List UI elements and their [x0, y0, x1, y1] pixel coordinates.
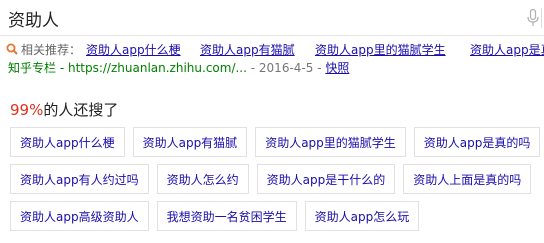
chip-row: 资助人app什么梗 资助人app有猫腻 资助人app里的猫腻学生 资助人app是…: [10, 127, 544, 157]
suggestion-link[interactable]: 资助人app是真: [470, 41, 544, 58]
related-search-chip[interactable]: 资助人app是真的吗: [413, 127, 541, 157]
suggestion-link[interactable]: 资助人app里的猫腻学生: [315, 41, 446, 58]
suggestion-label: 相关推荐：: [21, 43, 82, 57]
search-input[interactable]: [6, 4, 510, 32]
related-search-chip[interactable]: 资助人app怎么玩: [304, 201, 420, 231]
related-search-chip[interactable]: 资助人app高级资助人: [10, 201, 149, 231]
also-searched-heading: 99%的人还搜了: [10, 99, 118, 120]
result-date: - 2016-4-5 -: [250, 61, 322, 75]
chip-row: 资助人app高级资助人 我想资助一名贫困学生 资助人app怎么玩: [10, 201, 544, 231]
related-search-grid: 资助人app什么梗 资助人app有猫腻 资助人app里的猫腻学生 资助人app是…: [10, 127, 544, 238]
suggestion-link[interactable]: 资助人app有猫腻: [200, 41, 295, 58]
heading-text: 的人还搜了: [43, 101, 119, 119]
chip-row: 资助人app有人约过吗 资助人怎么约 资助人app是干什么的 资助人上面是真的吗: [10, 164, 544, 194]
result-source[interactable]: 知乎专栏 - https://zhuanlan.zhihu.com/...: [8, 61, 247, 75]
search-suggest-icon: [6, 43, 18, 55]
suggestion-bar: 相关推荐： 资助人app什么梗 资助人app有猫腻 资助人app里的猫腻学生 资…: [0, 37, 544, 61]
related-search-chip[interactable]: 我想资助一名贫困学生: [156, 201, 297, 231]
page: 相关推荐： 资助人app什么梗 资助人app有猫腻 资助人app里的猫腻学生 资…: [0, 0, 544, 243]
related-search-chip[interactable]: 资助人app是干什么的: [256, 164, 396, 194]
percent-value: 99%: [10, 101, 44, 119]
snapshot-link[interactable]: 快照: [325, 61, 349, 75]
partial-result-line: 知乎专栏 - https://zhuanlan.zhihu.com/... - …: [8, 59, 544, 75]
related-search-chip[interactable]: 资助人app什么梗: [10, 127, 125, 157]
microphone-icon[interactable]: [527, 9, 539, 27]
related-search-chip[interactable]: 资助人app有猫腻: [132, 127, 248, 157]
related-search-chip[interactable]: 资助人怎么约: [156, 164, 249, 194]
search-divider: [541, 8, 542, 28]
related-search-chip[interactable]: 资助人app有人约过吗: [10, 164, 149, 194]
related-search-chip[interactable]: 资助人上面是真的吗: [403, 164, 532, 194]
related-search-chip[interactable]: 资助人app里的猫腻学生: [255, 127, 406, 157]
search-bar: [0, 0, 544, 36]
suggestion-link[interactable]: 资助人app什么梗: [86, 41, 181, 58]
